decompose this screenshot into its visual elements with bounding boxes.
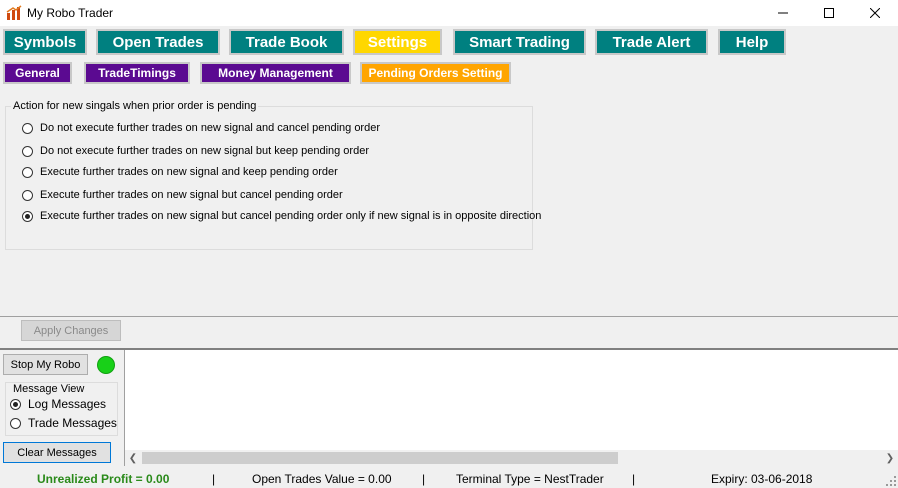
message-view-group: Message View Log Messages Trade Messages bbox=[5, 382, 118, 436]
clear-messages-button[interactable]: Clear Messages bbox=[3, 442, 111, 463]
maximize-button[interactable] bbox=[806, 0, 852, 26]
status-bar: Unrealized Profit = 0.00 | Open Trades V… bbox=[0, 467, 898, 488]
pending-option-4[interactable]: Execute further trades on new signal but… bbox=[22, 187, 343, 203]
tab-trade-alert[interactable]: Trade Alert bbox=[595, 29, 708, 55]
tab-open-trades[interactable]: Open Trades bbox=[96, 29, 220, 55]
radio-button[interactable] bbox=[22, 210, 33, 222]
status-separator: | bbox=[632, 472, 636, 486]
apply-changes-button[interactable]: Apply Changes bbox=[21, 320, 121, 341]
radio-button[interactable] bbox=[22, 145, 33, 157]
maximize-icon bbox=[824, 8, 834, 18]
pending-option-3[interactable]: Execute further trades on new signal and… bbox=[22, 164, 338, 180]
option-label: Trade Messages bbox=[28, 416, 117, 430]
trade-messages-option[interactable]: Trade Messages bbox=[10, 415, 117, 431]
terminal-type: Terminal Type = NestTrader bbox=[456, 472, 604, 486]
radio-button[interactable] bbox=[10, 398, 21, 410]
group-legend: Action for new singals when prior order … bbox=[13, 100, 257, 112]
expiry-date: Expiry: 03-06-2018 bbox=[711, 472, 813, 486]
tab-help[interactable]: Help bbox=[718, 29, 786, 55]
close-icon bbox=[870, 8, 880, 18]
option-label: Execute further trades on new signal but… bbox=[40, 189, 343, 201]
option-label: Do not execute further trades on new sig… bbox=[40, 122, 380, 134]
stop-robo-button[interactable]: Stop My Robo bbox=[3, 354, 88, 375]
subtab-trade-timings[interactable]: TradeTimings bbox=[84, 62, 190, 84]
window-title: My Robo Trader bbox=[27, 6, 114, 20]
scroll-left-icon[interactable]: ❮ bbox=[125, 450, 141, 466]
status-separator: | bbox=[422, 472, 426, 486]
minimize-button[interactable] bbox=[760, 0, 806, 26]
divider bbox=[0, 316, 898, 317]
message-log-area[interactable] bbox=[124, 350, 898, 466]
option-label: Execute further trades on new signal and… bbox=[40, 166, 338, 178]
horizontal-scrollbar[interactable]: ❮ ❯ bbox=[125, 450, 898, 466]
option-label: Log Messages bbox=[28, 397, 107, 411]
status-separator: | bbox=[212, 472, 216, 486]
subtab-general[interactable]: General bbox=[3, 62, 72, 84]
robo-control-panel: Stop My Robo Message View Log Messages T… bbox=[0, 350, 122, 466]
tab-trade-book[interactable]: Trade Book bbox=[229, 29, 344, 55]
app-logo-icon bbox=[6, 5, 22, 20]
pending-option-1[interactable]: Do not execute further trades on new sig… bbox=[22, 120, 380, 136]
pending-option-5[interactable]: Execute further trades on new signal but… bbox=[22, 208, 541, 224]
scroll-right-icon[interactable]: ❯ bbox=[882, 450, 898, 466]
subtab-money-management[interactable]: Money Management bbox=[200, 62, 351, 84]
message-view-legend: Message View bbox=[11, 383, 87, 395]
scrollbar-thumb[interactable] bbox=[142, 452, 618, 464]
option-label: Execute further trades on new signal but… bbox=[40, 210, 542, 222]
tab-symbols[interactable]: Symbols bbox=[3, 29, 87, 55]
close-button[interactable] bbox=[852, 0, 898, 26]
option-label: Do not execute further trades on new sig… bbox=[40, 145, 369, 157]
tab-settings[interactable]: Settings bbox=[353, 29, 442, 55]
tab-smart-trading[interactable]: Smart Trading bbox=[453, 29, 586, 55]
radio-button[interactable] bbox=[22, 189, 33, 201]
minimize-icon bbox=[778, 12, 788, 14]
radio-button[interactable] bbox=[22, 166, 33, 178]
robo-status-indicator bbox=[97, 356, 115, 374]
unrealized-profit: Unrealized Profit = 0.00 bbox=[37, 472, 170, 486]
radio-button[interactable] bbox=[22, 122, 33, 134]
resize-grip-icon[interactable] bbox=[886, 476, 896, 486]
title-bar: My Robo Trader bbox=[0, 0, 898, 26]
radio-button[interactable] bbox=[10, 417, 21, 429]
subtab-pending-orders-setting[interactable]: Pending Orders Setting bbox=[360, 62, 511, 84]
log-messages-option[interactable]: Log Messages bbox=[10, 396, 106, 412]
pending-option-2[interactable]: Do not execute further trades on new sig… bbox=[22, 143, 369, 159]
open-trades-value: Open Trades Value = 0.00 bbox=[252, 472, 392, 486]
